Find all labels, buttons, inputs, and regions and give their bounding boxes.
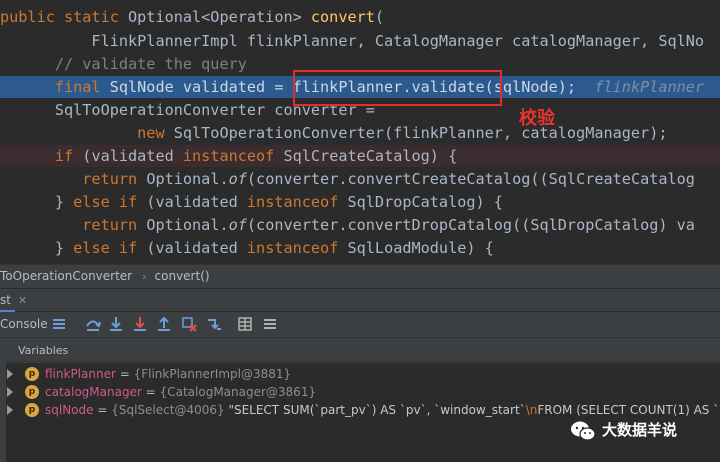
variables-header: Variables <box>6 338 720 362</box>
code-token: SqlToOperationConverter(flinkPlanner, ca… <box>173 124 668 142</box>
debugger-toolbar: Console <box>0 312 720 338</box>
code-token: SqlCreateCatalog) { <box>283 147 458 165</box>
variables-list[interactable]: p flinkPlanner = {FlinkPlannerImpl@3881}… <box>6 363 720 462</box>
code-token: } <box>0 193 74 211</box>
variable-row[interactable]: p catalogManager = {CatalogManager@3861} <box>6 383 720 401</box>
code-token: SqlDropCatalog) { <box>347 193 503 211</box>
variables-panel: Variables p flinkPlanner = {FlinkPlanner… <box>6 338 720 462</box>
code-token: FlinkPlannerImpl flinkPlanner, CatalogMa… <box>0 32 705 50</box>
variables-title: Variables <box>18 344 69 357</box>
close-icon[interactable]: ✕ <box>18 294 31 307</box>
code-line[interactable]: new SqlToOperationConverter(flinkPlanner… <box>0 122 720 144</box>
debug-tab[interactable]: st <box>0 289 15 313</box>
code-token: new <box>0 124 174 142</box>
code-token: (converter.convertCreateCatalog((SqlCrea… <box>246 170 695 188</box>
variable-ref: {FlinkPlannerImpl@3881} <box>133 367 292 381</box>
code-token: public static <box>0 8 129 26</box>
expand-arrow-icon[interactable] <box>7 369 13 379</box>
validate-highlight-box <box>293 70 502 106</box>
code-token: of <box>228 216 247 234</box>
expand-arrow-icon[interactable] <box>7 387 13 397</box>
parameter-icon: p <box>25 367 39 381</box>
code-token: convert <box>310 8 375 26</box>
console-tab[interactable]: Console <box>0 317 48 331</box>
step-over-icon[interactable] <box>84 315 102 333</box>
code-token: instanceof <box>246 239 348 257</box>
code-token: Optional<Operation> <box>128 8 311 26</box>
breadcrumb-method[interactable]: convert() <box>155 265 210 288</box>
debug-tab-bar: st ✕ <box>0 288 720 313</box>
code-token: SqlNode validated = <box>109 78 293 96</box>
code-token: instanceof <box>246 193 348 211</box>
code-token: of <box>228 170 247 188</box>
code-editor[interactable]: public static Optional<Operation> conver… <box>0 0 720 264</box>
layout-settings-icon[interactable] <box>261 315 279 333</box>
parameter-icon: p <box>25 403 39 417</box>
code-token: Optional. <box>146 170 229 188</box>
code-token: final <box>0 78 110 96</box>
variable-value: "SELECT SUM(`part_pv`) AS `pv`, `window_… <box>224 403 526 417</box>
step-into-icon[interactable] <box>107 315 125 333</box>
run-to-cursor-icon[interactable] <box>205 315 223 333</box>
variable-value-tail: FROM (SELECT COUNT(1) AS `pa <box>537 403 720 417</box>
code-token: } <box>0 239 74 257</box>
variable-equals: = <box>141 385 160 399</box>
variable-equals: = <box>93 403 112 417</box>
code-token: ( <box>374 8 385 26</box>
validate-annotation: 校验 <box>519 108 555 129</box>
watermark: 大数据羊说 <box>570 418 677 442</box>
variable-ref: {SqlSelect@4006} <box>111 403 225 417</box>
code-line[interactable]: public static Optional<Operation> conver… <box>0 6 720 28</box>
code-token: Optional. <box>146 216 229 234</box>
force-step-into-icon[interactable] <box>131 315 149 333</box>
wechat-logo-icon <box>570 420 596 442</box>
variable-row[interactable]: p sqlNode = {SqlSelect@4006} "SELECT SUM… <box>6 401 720 419</box>
code-token: (validated <box>82 147 183 165</box>
variable-row[interactable]: p flinkPlanner = {FlinkPlannerImpl@3881} <box>6 365 720 383</box>
breadcrumb-class[interactable]: ToOperationConverter <box>0 265 132 288</box>
code-line[interactable]: FlinkPlannerImpl flinkPlanner, CatalogMa… <box>0 30 720 52</box>
evaluate-expression-icon[interactable] <box>236 315 254 333</box>
variable-name: catalogManager <box>45 385 142 399</box>
variable-escape: \n <box>525 403 538 417</box>
variable-ref: {CatalogManager@3861} <box>159 385 317 399</box>
code-line[interactable]: return Optional.of(converter.convertCrea… <box>0 168 720 190</box>
code-token: if <box>0 147 83 165</box>
code-token: else if <box>73 193 147 211</box>
code-token: return <box>0 170 147 188</box>
code-token: else if <box>73 239 147 257</box>
menu-icon[interactable] <box>50 315 68 333</box>
variable-name: flinkPlanner <box>45 367 116 381</box>
code-token: (validated <box>146 239 247 257</box>
debug-tab-label: st <box>0 293 11 307</box>
code-token: instanceof <box>182 147 284 165</box>
breadcrumb: ToOperationConverter › convert() <box>0 264 720 288</box>
code-line[interactable]: return Optional.of(converter.convertDrop… <box>0 214 720 236</box>
step-out-icon[interactable] <box>155 315 173 333</box>
code-line[interactable]: if (validated instanceof SqlCreateCatalo… <box>0 145 720 167</box>
variable-equals: = <box>115 367 134 381</box>
watermark-text: 大数据羊说 <box>602 421 678 439</box>
code-token: (converter.convertDropCatalog((SqlDropCa… <box>246 216 695 234</box>
expand-arrow-icon[interactable] <box>7 405 13 415</box>
code-token: return <box>0 216 147 234</box>
code-token: // validate the query <box>0 55 247 73</box>
code-token: (validated <box>146 193 247 211</box>
code-line[interactable]: } else if (validated instanceof SqlLoadM… <box>0 237 720 259</box>
code-token: SqlLoadModule) { <box>347 239 494 257</box>
code-line[interactable]: } else if (validated instanceof SqlDropC… <box>0 191 720 213</box>
variable-name: sqlNode <box>45 403 94 417</box>
code-token: flinkPlanner <box>594 78 705 96</box>
parameter-icon: p <box>25 385 39 399</box>
breadcrumb-separator: › <box>142 270 147 283</box>
drop-frame-icon[interactable] <box>180 315 198 333</box>
